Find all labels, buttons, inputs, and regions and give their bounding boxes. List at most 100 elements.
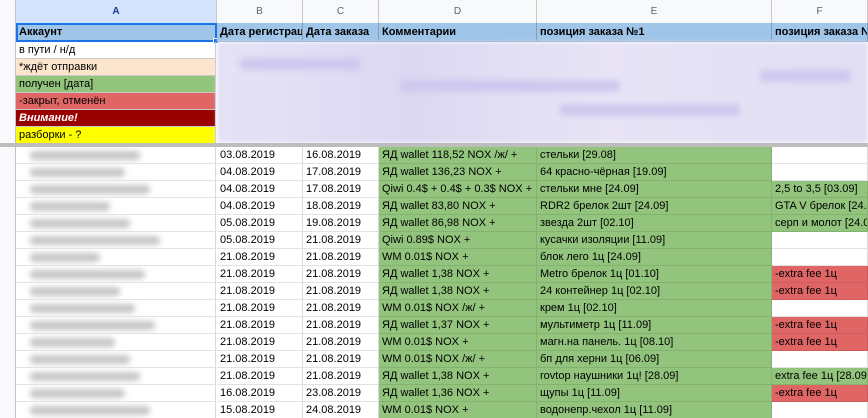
- position-1-cell[interactable]: блок лего 1ц [24.09]: [537, 249, 772, 266]
- comment-cell[interactable]: ЯД wallet 86,98 NOX +: [379, 215, 537, 232]
- column-header-c[interactable]: C: [303, 0, 379, 23]
- registration-date-cell[interactable]: 21.08.2019: [217, 334, 303, 351]
- registration-date-cell[interactable]: 21.08.2019: [217, 266, 303, 283]
- order-date-cell[interactable]: 17.08.2019: [303, 164, 379, 181]
- position-1-cell[interactable]: стельки [29.08]: [537, 147, 772, 164]
- account-cell-redacted[interactable]: [16, 402, 216, 418]
- position-1-cell[interactable]: крем 1ц [02.10]: [537, 300, 772, 317]
- account-cell-redacted[interactable]: [16, 368, 216, 385]
- comment-cell[interactable]: WM 0.01$ NOX +: [379, 334, 537, 351]
- account-cell-redacted[interactable]: [16, 249, 216, 266]
- order-date-cell[interactable]: 24.08.2019: [303, 402, 379, 418]
- account-cell-redacted[interactable]: [16, 181, 216, 198]
- position-1-cell[interactable]: мультиметр 1ц [11.09]: [537, 317, 772, 334]
- legend-in-transit[interactable]: в пути / н/д: [16, 42, 216, 59]
- position-2-cell[interactable]: -extra fee 1ц: [772, 385, 868, 402]
- order-date-cell[interactable]: 21.08.2019: [303, 368, 379, 385]
- position-1-cell[interactable]: 24 контейнер 1ц [02.10]: [537, 283, 772, 300]
- comment-cell[interactable]: Qiwi 0.89$ NOX +: [379, 232, 537, 249]
- position-2-cell[interactable]: 2,5 to 3,5 [03.09]: [772, 181, 868, 198]
- position-1-cell[interactable]: щупы 1ц [11.09]: [537, 385, 772, 402]
- position-2-cell[interactable]: -extra fee 1ц: [772, 266, 868, 283]
- legend-closed-cancelled[interactable]: -закрыт, отменён: [16, 93, 216, 110]
- column-header-b[interactable]: B: [217, 0, 303, 23]
- registration-date-cell[interactable]: 03.08.2019: [217, 147, 303, 164]
- position-1-cell[interactable]: стельки мне [24.09]: [537, 181, 772, 198]
- account-cell-redacted[interactable]: [16, 300, 216, 317]
- position-1-cell[interactable]: Metro брелок 1ц [01.10]: [537, 266, 772, 283]
- legend-received[interactable]: получен [дата]: [16, 76, 216, 93]
- position-1-cell[interactable]: rovtop наушники 1ц! [28.09]: [537, 368, 772, 385]
- position-1-cell[interactable]: кусачки изоляции [11.09]: [537, 232, 772, 249]
- registration-date-cell[interactable]: 05.08.2019: [217, 232, 303, 249]
- position-2-cell[interactable]: [772, 147, 868, 164]
- comment-cell[interactable]: ЯД wallet 1,38 NOX +: [379, 283, 537, 300]
- comment-cell[interactable]: ЯД wallet 1,36 NOX +: [379, 385, 537, 402]
- position-1-cell[interactable]: водонепр.чехол 1ц [11.09]: [537, 402, 772, 418]
- registration-date-cell[interactable]: 05.08.2019: [217, 215, 303, 232]
- comment-cell[interactable]: ЯД wallet 136,23 NOX +: [379, 164, 537, 181]
- comment-cell[interactable]: WM 0.01$ NOX +: [379, 402, 537, 418]
- account-cell-redacted[interactable]: [16, 283, 216, 300]
- registration-date-cell[interactable]: 21.08.2019: [217, 368, 303, 385]
- account-cell-redacted[interactable]: [16, 385, 216, 402]
- comment-cell[interactable]: ЯД wallet 1,37 NOX +: [379, 317, 537, 334]
- account-cell-redacted[interactable]: [16, 215, 216, 232]
- position-2-cell[interactable]: [772, 300, 868, 317]
- legend-attention[interactable]: Внимание!: [16, 110, 216, 127]
- position-1-cell[interactable]: магн.на панель. 1ц [08.10]: [537, 334, 772, 351]
- account-cell-redacted[interactable]: [16, 317, 216, 334]
- account-cell-redacted[interactable]: [16, 198, 216, 215]
- position-2-cell[interactable]: [772, 232, 868, 249]
- registration-date-cell[interactable]: 16.08.2019: [217, 385, 303, 402]
- position-2-cell[interactable]: [772, 402, 868, 418]
- header-position-1[interactable]: позиция заказа №1: [537, 23, 772, 42]
- header-comments[interactable]: Комментарии: [379, 23, 537, 42]
- comment-cell[interactable]: WM 0.01$ NOX +: [379, 249, 537, 266]
- registration-date-cell[interactable]: 04.08.2019: [217, 198, 303, 215]
- account-cell-redacted[interactable]: [16, 147, 216, 164]
- order-date-cell[interactable]: 21.08.2019: [303, 317, 379, 334]
- position-2-cell[interactable]: серп и молот [24.09]: [772, 215, 868, 232]
- comment-cell[interactable]: WM 0.01$ NOX /ж/ +: [379, 351, 537, 368]
- registration-date-cell[interactable]: 04.08.2019: [217, 164, 303, 181]
- order-date-cell[interactable]: 21.08.2019: [303, 300, 379, 317]
- order-date-cell[interactable]: 17.08.2019: [303, 181, 379, 198]
- order-date-cell[interactable]: 23.08.2019: [303, 385, 379, 402]
- legend-awaiting-shipment[interactable]: *ждёт отправки: [16, 59, 216, 76]
- header-registration-date[interactable]: Дата регистрации: [217, 23, 303, 42]
- order-date-cell[interactable]: 16.08.2019: [303, 147, 379, 164]
- position-2-cell[interactable]: [772, 249, 868, 266]
- position-1-cell[interactable]: RDR2 брелок 2шт [24.09]: [537, 198, 772, 215]
- registration-date-cell[interactable]: 21.08.2019: [217, 317, 303, 334]
- order-date-cell[interactable]: 21.08.2019: [303, 351, 379, 368]
- position-2-cell[interactable]: -extra fee 1ц: [772, 317, 868, 334]
- position-2-cell[interactable]: [772, 164, 868, 181]
- header-position-2[interactable]: позиция заказа №2: [772, 23, 868, 42]
- column-header-d[interactable]: D: [379, 0, 537, 23]
- registration-date-cell[interactable]: 21.08.2019: [217, 351, 303, 368]
- order-date-cell[interactable]: 21.08.2019: [303, 283, 379, 300]
- account-cell-redacted[interactable]: [16, 164, 216, 181]
- header-account[interactable]: Аккаунт: [16, 23, 217, 42]
- order-date-cell[interactable]: 21.08.2019: [303, 249, 379, 266]
- comment-cell[interactable]: ЯД wallet 1,38 NOX +: [379, 368, 537, 385]
- registration-date-cell[interactable]: 21.08.2019: [217, 300, 303, 317]
- order-date-cell[interactable]: 18.08.2019: [303, 198, 379, 215]
- legend-dispute[interactable]: разборки - ?: [16, 127, 216, 144]
- column-header-f[interactable]: F: [772, 0, 868, 23]
- position-1-cell[interactable]: звезда 2шт [02.10]: [537, 215, 772, 232]
- position-2-cell[interactable]: extra fee 1ц [28.09]: [772, 368, 868, 385]
- order-date-cell[interactable]: 19.08.2019: [303, 215, 379, 232]
- comment-cell[interactable]: ЯД wallet 118,52 NOX /ж/ +: [379, 147, 537, 164]
- comment-cell[interactable]: ЯД wallet 1,38 NOX +: [379, 266, 537, 283]
- registration-date-cell[interactable]: 21.08.2019: [217, 249, 303, 266]
- comment-cell[interactable]: WM 0.01$ NOX /ж/ +: [379, 300, 537, 317]
- select-all-corner[interactable]: [0, 0, 16, 23]
- account-cell-redacted[interactable]: [16, 351, 216, 368]
- position-2-cell[interactable]: -extra fee 1ц: [772, 283, 868, 300]
- column-header-e[interactable]: E: [537, 0, 772, 23]
- position-2-cell[interactable]: GTA V брелок [24.09]: [772, 198, 868, 215]
- account-cell-redacted[interactable]: [16, 266, 216, 283]
- order-date-cell[interactable]: 21.08.2019: [303, 334, 379, 351]
